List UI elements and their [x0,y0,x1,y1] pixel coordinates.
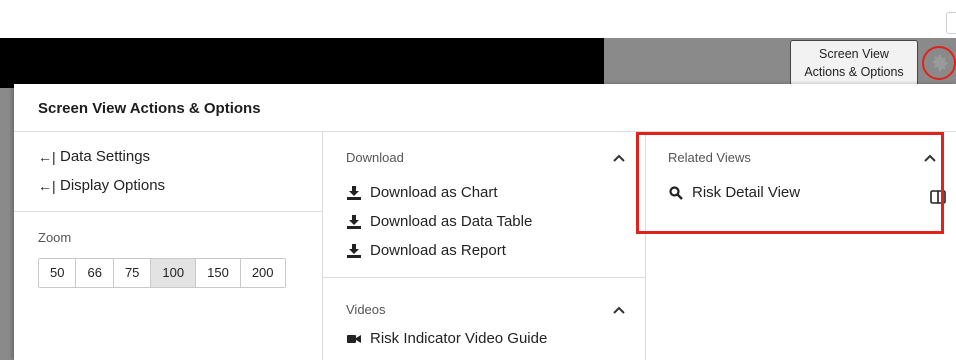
download-data-table-label: Download as Data Table [370,213,533,230]
video-guide-label: Risk Indicator Video Guide [370,330,548,347]
video-guide-item[interactable]: Risk Indicator Video Guide [346,330,547,347]
gear-icon [932,54,948,72]
related-views-highlight [636,132,944,234]
chevron-up-icon[interactable] [613,154,625,162]
download-heading: Download [346,150,404,165]
download-icon [346,214,362,230]
display-options-link[interactable]: ←| Display Options [38,177,165,194]
zoom-selector: 50 66 75 100 150 200 [38,258,286,288]
settings-column: ←| Data Settings ←| Display Options Zoom [14,132,322,360]
header-bar [0,38,604,88]
zoom-option-100[interactable]: 100 [151,259,197,287]
arrow-left-bar-icon: ←| [38,177,56,194]
corner-control-fragment[interactable] [946,12,956,34]
zoom-label: Zoom [38,230,72,245]
data-settings-link[interactable]: ←| Data Settings [38,148,150,165]
download-videos-column: Download Download as Chart Download as D… [322,132,646,360]
videos-heading: Videos [346,302,386,317]
chevron-up-icon[interactable] [613,306,625,314]
zoom-option-50[interactable]: 50 [39,259,77,287]
download-section-header[interactable]: Download [346,150,625,165]
download-report-item[interactable]: Download as Report [346,242,506,259]
display-options-label: Display Options [60,177,166,194]
download-icon [346,185,362,201]
background-edge [0,88,14,360]
arrow-left-bar-icon: ←| [38,148,56,165]
download-data-table-item[interactable]: Download as Data Table [346,213,532,230]
videos-section-header[interactable]: Videos [346,302,625,317]
zoom-option-150[interactable]: 150 [196,259,241,287]
divider [14,211,322,212]
tooltip-line-1: Screen View [819,47,889,61]
panel-title: Screen View Actions & Options [38,100,261,117]
divider [323,277,645,278]
data-settings-label: Data Settings [60,148,151,165]
video-camera-icon [346,331,362,347]
actions-options-button[interactable] [922,46,956,80]
zoom-option-75[interactable]: 75 [113,259,152,287]
top-area [0,0,956,38]
download-icon [346,243,362,259]
download-report-label: Download as Report [370,242,506,259]
tooltip-line-2: Actions & Options [804,65,904,79]
download-chart-label: Download as Chart [370,184,498,201]
zoom-option-66[interactable]: 66 [76,259,114,287]
download-chart-item[interactable]: Download as Chart [346,184,498,201]
tooltip: Screen View Actions & Options [790,40,918,86]
zoom-option-200[interactable]: 200 [240,259,285,287]
